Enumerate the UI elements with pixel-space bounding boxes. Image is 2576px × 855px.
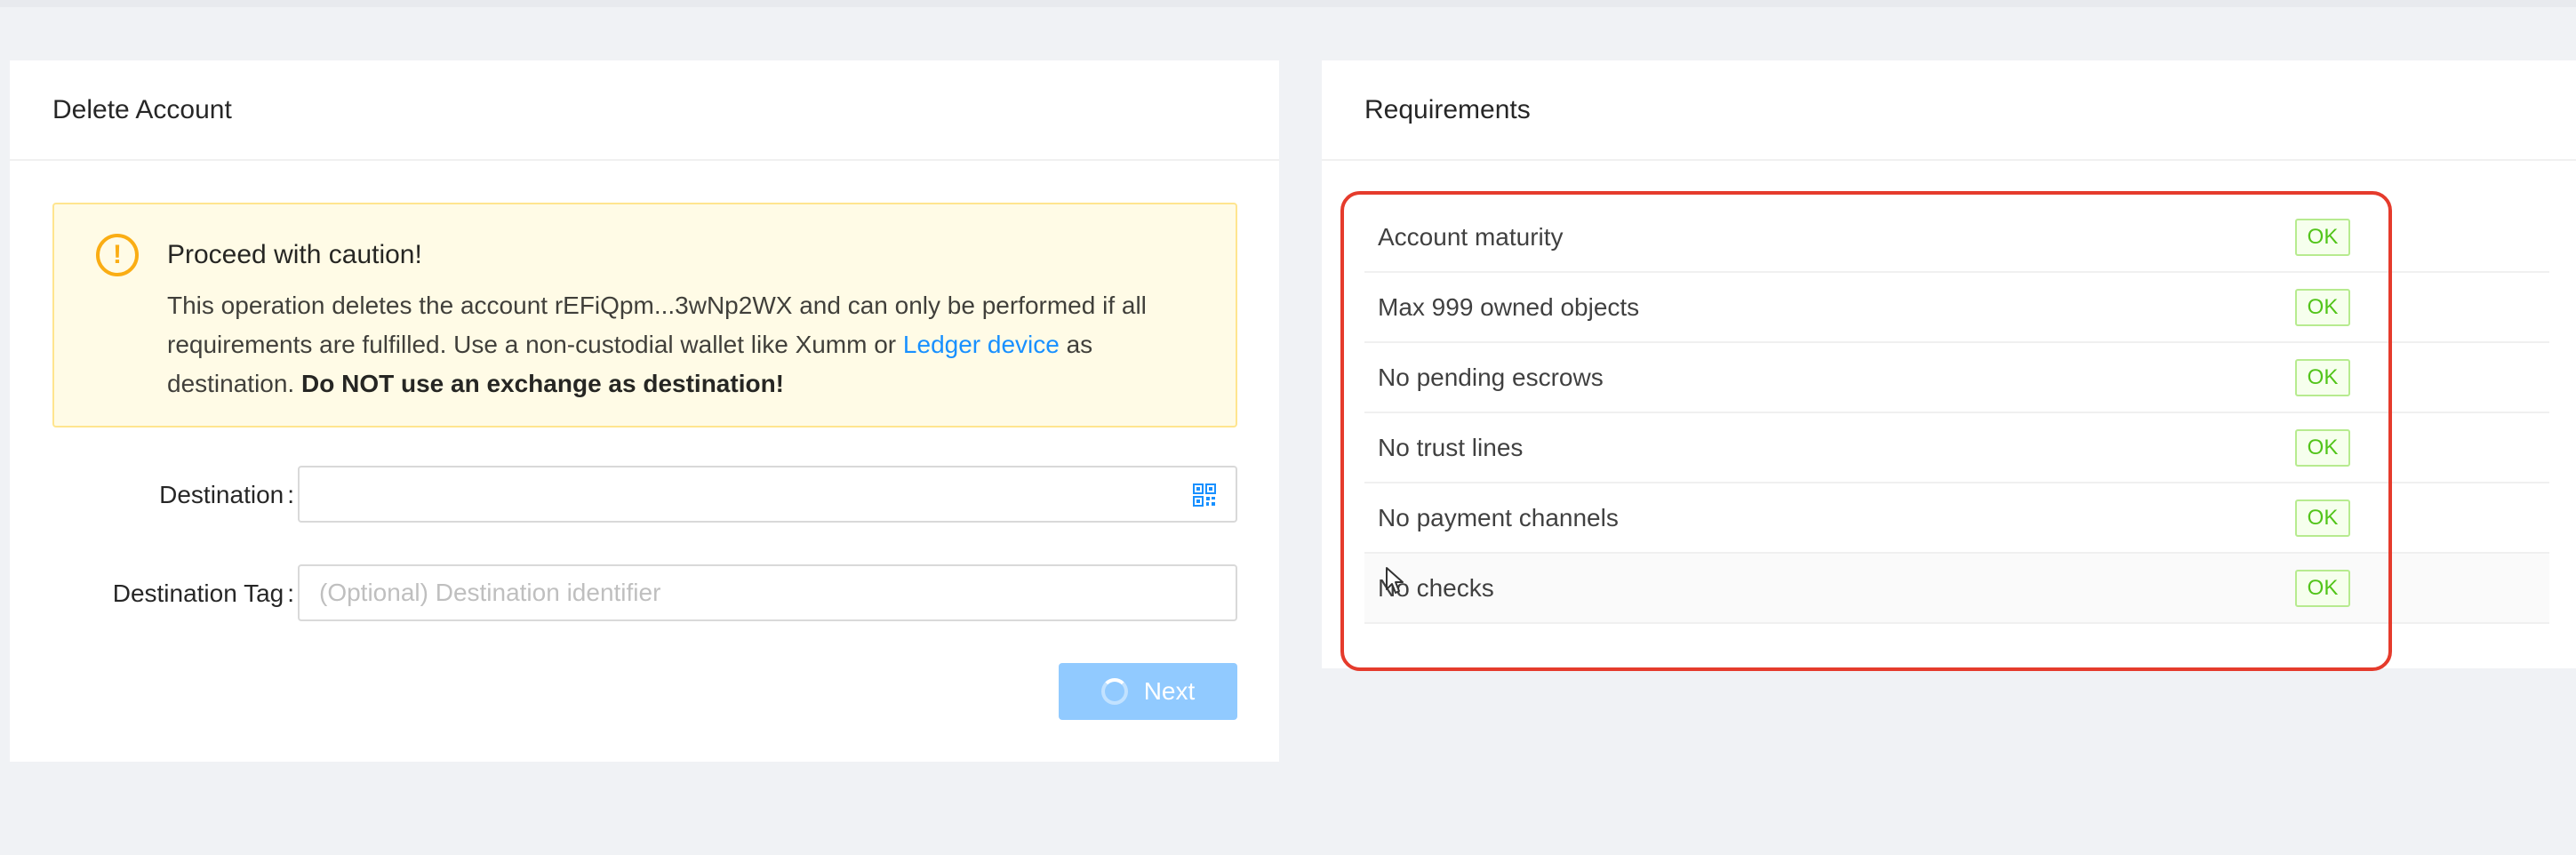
requirements-list: Account maturity OK Max 999 owned object…	[1364, 203, 2549, 624]
list-item: Max 999 owned objects OK	[1364, 273, 2549, 343]
next-button-label: Next	[1143, 677, 1196, 705]
mouse-cursor-icon	[1386, 567, 1404, 594]
exclamation-circle-icon: !	[96, 234, 139, 276]
destination-tag-label: Destination Tag:	[112, 579, 294, 607]
destination-tag-placeholder: (Optional) Destination identifier	[319, 579, 661, 606]
caution-alert: ! Proceed with caution! This operation d…	[52, 203, 1237, 428]
requirement-label: Max 999 owned objects	[1378, 292, 1640, 321]
list-item: No trust lines OK	[1364, 413, 2549, 483]
status-badge: OK	[2295, 499, 2350, 537]
destination-label: Destination:	[159, 481, 294, 508]
alert-message: This operation deletes the account rEFiQ…	[167, 286, 1207, 404]
delete-account-title: Delete Account	[10, 60, 1279, 161]
requirement-label: No trust lines	[1378, 433, 1524, 461]
next-button[interactable]: Next	[1059, 663, 1237, 720]
status-badge: OK	[2295, 358, 2350, 396]
delete-account-card: Delete Account ! Proceed with caution! T…	[10, 60, 1279, 762]
status-badge: OK	[2295, 218, 2350, 256]
alert-title: Proceed with caution!	[167, 240, 422, 269]
destination-tag-input[interactable]: (Optional) Destination identifier	[298, 564, 1237, 621]
status-badge: OK	[2295, 428, 2350, 467]
requirements-title: Requirements	[1322, 60, 2576, 161]
alert-bold-warning: Do NOT use an exchange as destination!	[301, 370, 785, 397]
status-badge: OK	[2295, 288, 2350, 326]
requirement-label: Account maturity	[1378, 222, 1564, 251]
top-bar	[0, 0, 2576, 7]
destination-tag-row: Destination Tag: (Optional) Destination …	[10, 564, 1279, 623]
destination-row: Destination:	[10, 466, 1279, 524]
ledger-device-link[interactable]: Ledger device	[903, 331, 1060, 358]
list-item: No checks OK	[1364, 554, 2549, 624]
list-item: Account maturity OK	[1364, 203, 2549, 273]
list-item: No payment channels OK	[1364, 483, 2549, 554]
requirements-card: Requirements Account maturity OK Max 999…	[1322, 60, 2576, 668]
loading-spinner-icon	[1100, 678, 1128, 705]
requirement-label: No payment channels	[1378, 503, 1619, 531]
status-badge: OK	[2295, 569, 2350, 607]
destination-input[interactable]	[298, 466, 1237, 523]
qr-code-icon[interactable]	[1193, 483, 1216, 507]
requirement-label: No pending escrows	[1378, 363, 1604, 391]
list-item: No pending escrows OK	[1364, 343, 2549, 413]
